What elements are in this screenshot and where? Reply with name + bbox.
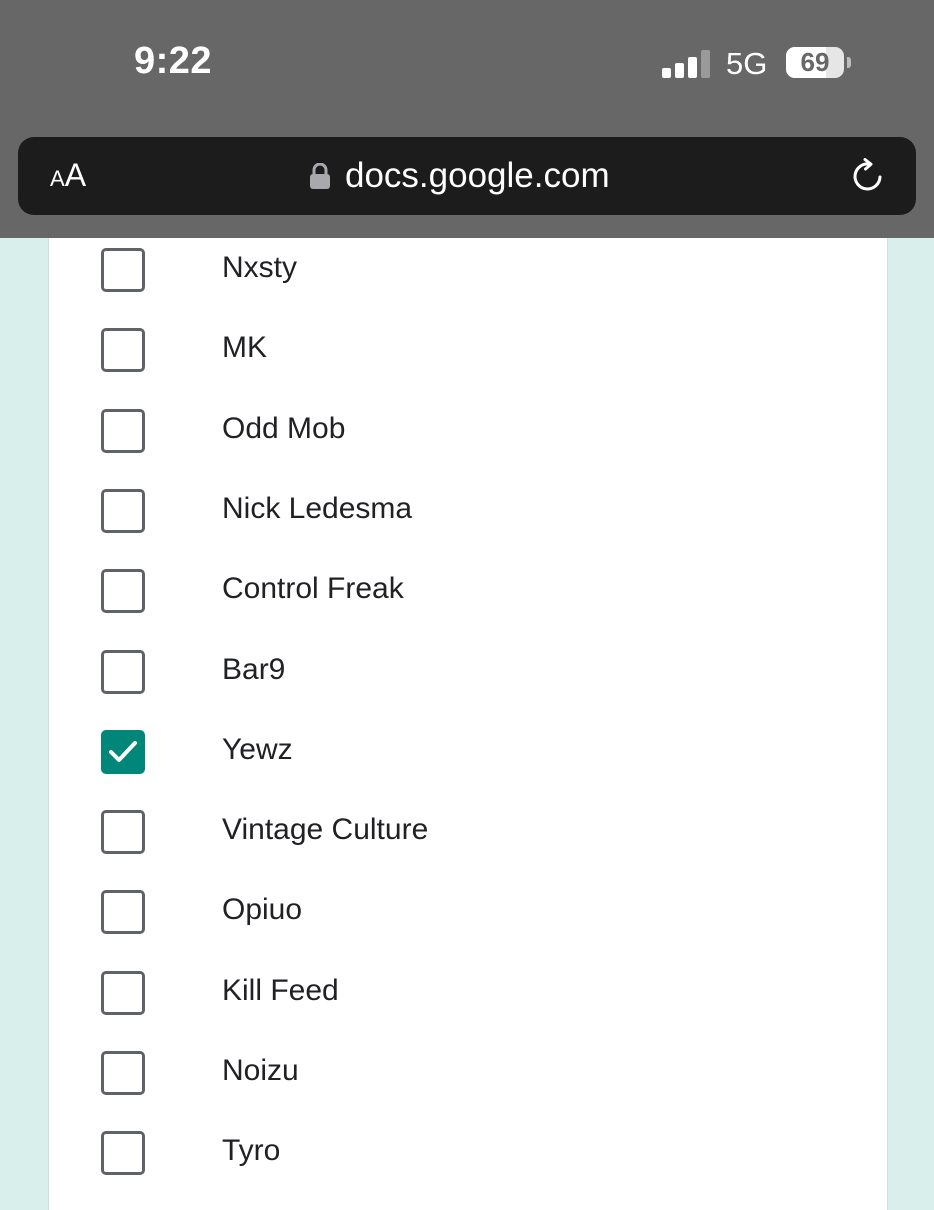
text-size-button[interactable]: AA	[50, 157, 86, 194]
battery-nub	[847, 57, 851, 68]
checkbox-unchecked[interactable]	[101, 569, 145, 614]
battery-icon: 69	[786, 47, 844, 78]
battery-percent: 69	[800, 47, 830, 77]
text-size-small-label: A	[50, 166, 65, 191]
checkbox-option[interactable]: Opiuo	[101, 880, 801, 940]
checkbox-label: Bar9	[222, 652, 286, 686]
checkbox-label: Opiuo	[222, 893, 303, 927]
checkbox-option[interactable]: Nick Ledesma	[101, 479, 801, 539]
checkbox-label: Control Freak	[222, 572, 404, 606]
checkbox-unchecked[interactable]	[101, 328, 145, 373]
checkbox-option[interactable]: Nxsty	[101, 238, 801, 298]
checkbox-label: Kill Feed	[222, 973, 339, 1007]
browser-top-bar: 9:22 5G 69 AA docs.google.com	[0, 0, 934, 238]
lock-icon	[310, 163, 330, 189]
checkbox-unchecked[interactable]	[101, 890, 145, 935]
checkbox-label: Odd Mob	[222, 411, 346, 445]
status-time: 9:22	[134, 40, 213, 82]
checkbox-label: Tyro	[222, 1134, 281, 1168]
checkbox-unchecked[interactable]	[101, 488, 145, 533]
checkbox-unchecked[interactable]	[101, 408, 145, 453]
checkbox-unchecked[interactable]	[101, 1131, 145, 1176]
address-bar[interactable]: AA docs.google.com	[18, 137, 916, 215]
checkbox-unchecked[interactable]	[101, 810, 145, 855]
reload-icon[interactable]	[850, 158, 886, 194]
checkbox-option[interactable]: Kill Feed	[101, 961, 801, 1021]
checkbox-label: Noizu	[222, 1054, 299, 1087]
checkbox-label: MK	[222, 331, 267, 365]
checkbox-option[interactable]: Odd Mob	[101, 399, 801, 459]
checkbox-option[interactable]: Tyro	[101, 1121, 801, 1181]
text-size-large-label: A	[64, 157, 87, 193]
checkbox-unchecked[interactable]	[101, 248, 145, 292]
checkbox-label: Nxsty	[222, 251, 297, 284]
network-type: 5G	[726, 46, 768, 81]
checkbox-unchecked[interactable]	[101, 1051, 145, 1095]
url-text[interactable]: docs.google.com	[345, 156, 610, 196]
checkbox-unchecked[interactable]	[101, 649, 145, 694]
checkbox-option[interactable]: Control Freak	[101, 559, 801, 619]
checkbox-option[interactable]: Noizu	[101, 1041, 801, 1101]
checkmark-icon	[109, 740, 137, 762]
checkbox-label: Vintage Culture	[222, 813, 429, 847]
cellular-signal-icon	[662, 48, 712, 78]
checkbox-label: Yewz	[222, 732, 293, 766]
form-question-card: Nxsty MK Odd Mob Nick Ledesma Control Freak B…	[48, 200, 888, 1210]
checkbox-label: Nick Ledesma	[222, 491, 413, 525]
checkbox-checked[interactable]	[101, 729, 145, 774]
checkbox-option[interactable]: Vintage Culture	[101, 800, 801, 860]
checkbox-option[interactable]: MK	[101, 318, 801, 378]
checkbox-option[interactable]: Bar9	[101, 640, 801, 700]
checkbox-option[interactable]: Yewz	[101, 720, 801, 780]
checkbox-unchecked[interactable]	[101, 970, 145, 1015]
